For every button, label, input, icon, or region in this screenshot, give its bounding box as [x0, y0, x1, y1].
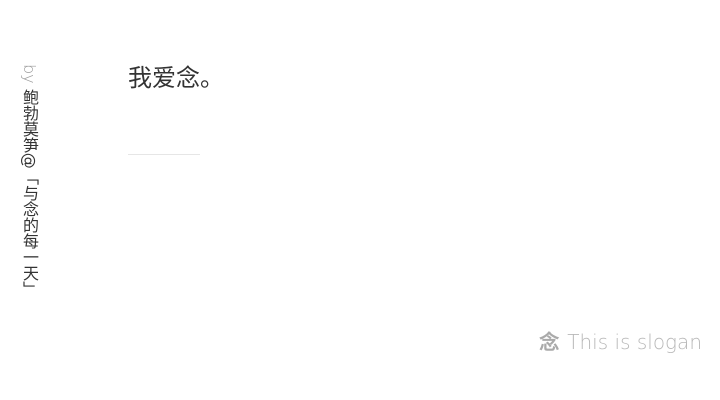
slogan-text: This is slogan: [567, 330, 702, 354]
byline-prefix: by: [20, 64, 39, 84]
slogan: 念 This is slogan: [539, 329, 702, 355]
author-name[interactable]: 鲍勃莫笋@「与念的每一天」: [20, 89, 39, 297]
author-byline: by 鲍勃莫笋@「与念的每一天」: [19, 64, 39, 297]
divider: [128, 154, 200, 155]
page: by 鲍勃莫笋@「与念的每一天」 我爱念。 念 This is slogan: [0, 0, 720, 400]
nian-logo-icon: 念: [539, 330, 560, 354]
post-title: 我爱念。: [128, 64, 224, 92]
